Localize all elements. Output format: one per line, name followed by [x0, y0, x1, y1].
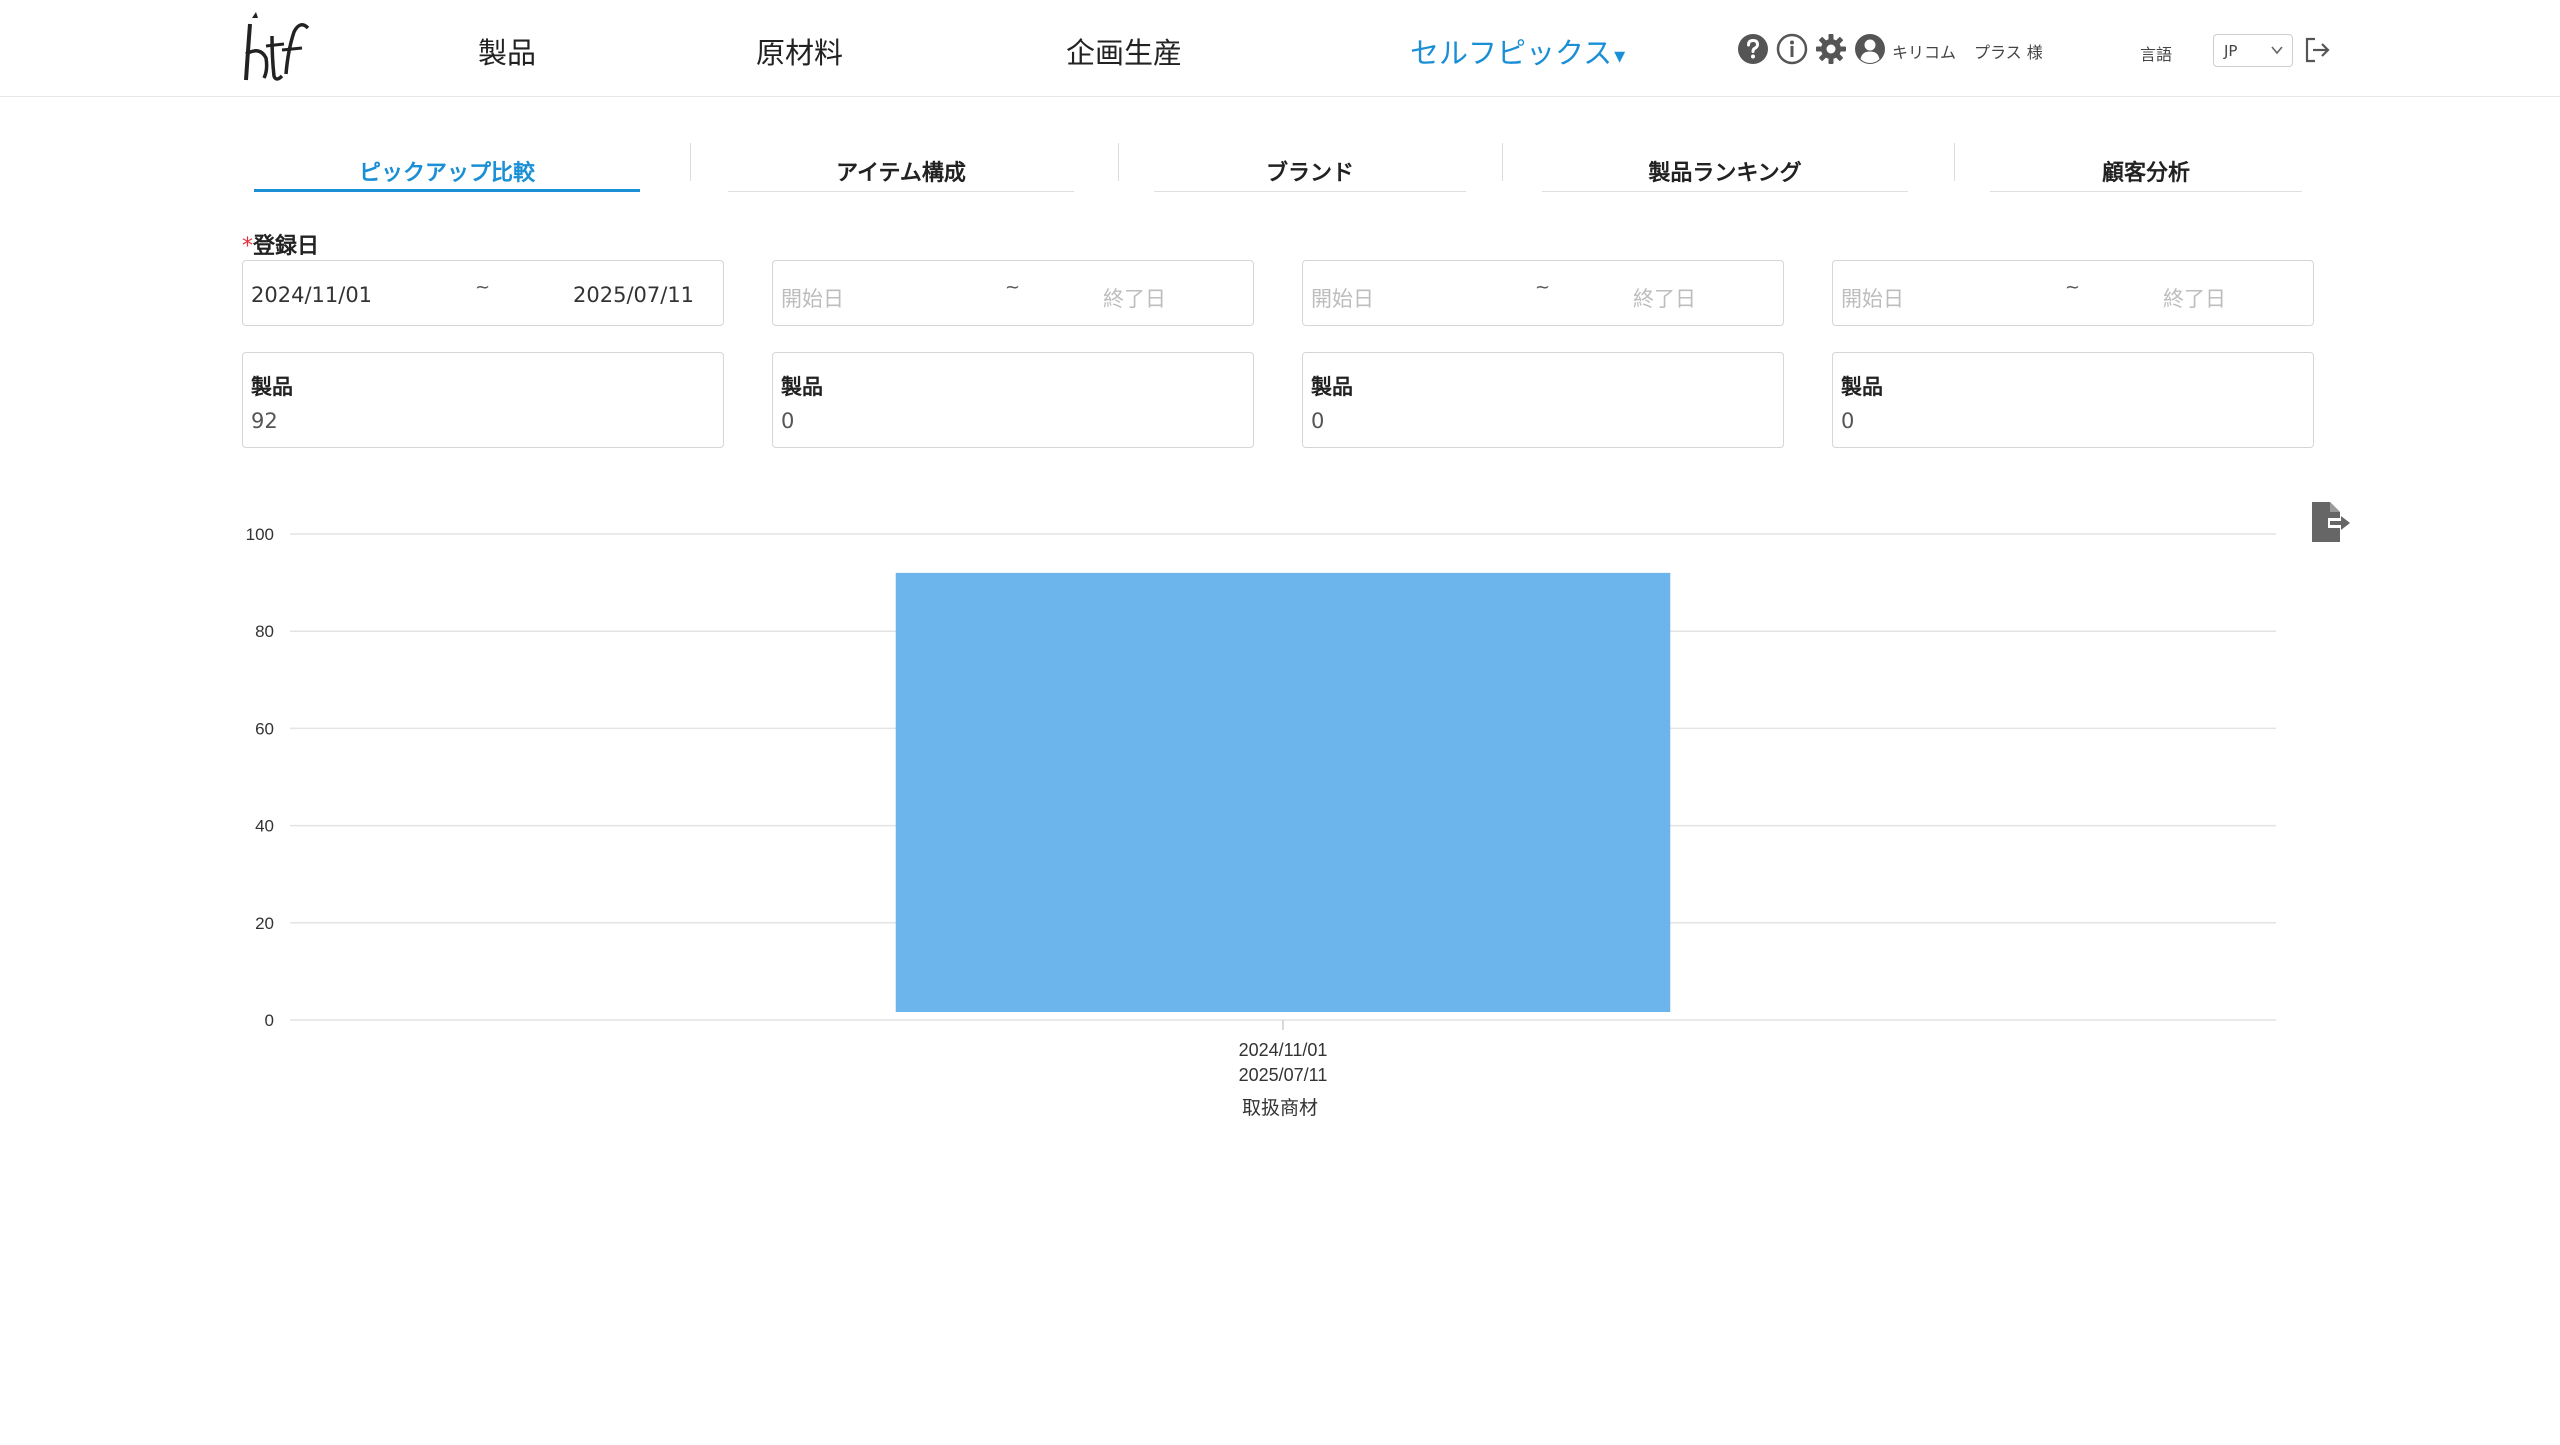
- nav-products[interactable]: 製品: [478, 30, 536, 72]
- end-date-field[interactable]: 終了日: [1103, 283, 1166, 313]
- language-label: 言語: [2140, 45, 2173, 64]
- date-range-4[interactable]: 開始日 ~ 終了日: [1832, 260, 2314, 326]
- date-range-2[interactable]: 開始日 ~ 終了日: [772, 260, 1254, 326]
- start-date-field[interactable]: 開始日: [1841, 283, 1904, 313]
- user-honorific: プラス 様: [1974, 43, 2043, 62]
- start-date-field[interactable]: 2024/11/01: [251, 283, 372, 307]
- date-separator: ~: [2065, 277, 2081, 298]
- product-count-label: 製品: [781, 375, 823, 399]
- tab-product-ranking[interactable]: 製品ランキング: [1542, 150, 1908, 192]
- chevron-down-icon: [2271, 46, 2283, 55]
- brand-logo[interactable]: [236, 10, 312, 86]
- help-icon[interactable]: [1737, 33, 1769, 65]
- user-icon[interactable]: [1854, 33, 1886, 65]
- bar: [895, 572, 1671, 1012]
- bar-chart: 0 20 40 60 80 100 2024/11/01 2025/07/11 取扱商材: [246, 525, 2276, 1119]
- date-separator: ~: [1535, 277, 1551, 298]
- date-range-1[interactable]: 2024/11/01 ~ 2025/07/11: [242, 260, 724, 326]
- x-tick-label: 2025/07/11: [1239, 1065, 1328, 1085]
- header-bar: 製品 原材料 企画生産 セルフピックス▾ キリコム プラス 様 言語 JP: [0, 0, 2560, 97]
- product-count-label: 製品: [1841, 375, 1883, 399]
- chevron-down-icon: ▾: [1614, 44, 1626, 69]
- product-count-label: 製品: [1311, 375, 1353, 399]
- date-separator: ~: [1005, 277, 1021, 298]
- product-count-card-1: 製品 92: [242, 352, 724, 448]
- x-tick-label: 2024/11/01: [1239, 1040, 1328, 1060]
- product-count-label: 製品: [251, 375, 293, 399]
- end-date-field[interactable]: 終了日: [2163, 283, 2226, 313]
- required-mark: *: [242, 234, 253, 259]
- language-value: JP: [2224, 42, 2238, 60]
- tab-divider: [690, 143, 691, 181]
- y-tick-label: 100: [246, 525, 274, 544]
- tab-customer-analysis[interactable]: 顧客分析: [1990, 150, 2302, 192]
- y-tick-label: 0: [265, 1011, 274, 1030]
- registration-date-label: *登録日: [242, 228, 319, 260]
- date-range-3[interactable]: 開始日 ~ 終了日: [1302, 260, 1784, 326]
- y-tick-label: 80: [255, 622, 274, 641]
- user-name: キリコム: [1892, 43, 1957, 62]
- nav-materials[interactable]: 原材料: [756, 30, 843, 72]
- settings-icon[interactable]: [1815, 33, 1847, 65]
- tab-pickup-compare[interactable]: ピックアップ比較: [254, 150, 640, 192]
- logout-icon[interactable]: [2302, 35, 2332, 65]
- x-axis-label: 取扱商材: [1242, 1097, 1318, 1119]
- language-select[interactable]: JP: [2213, 34, 2293, 67]
- product-count-card-2: 製品 0: [772, 352, 1254, 448]
- y-tick-label: 60: [255, 719, 274, 738]
- nav-self-picks-label: セルフピックス: [1410, 36, 1613, 70]
- y-tick-label: 20: [255, 914, 274, 933]
- start-date-field[interactable]: 開始日: [781, 283, 844, 313]
- end-date-field[interactable]: 終了日: [1633, 283, 1696, 313]
- tab-divider: [1954, 143, 1955, 181]
- tab-item-composition[interactable]: アイテム構成: [728, 150, 1074, 192]
- start-date-field[interactable]: 開始日: [1311, 283, 1374, 313]
- product-count-value: 0: [1841, 409, 1855, 433]
- y-tick-label: 40: [255, 817, 274, 836]
- product-count-card-4: 製品 0: [1832, 352, 2314, 448]
- export-file-icon[interactable]: [2310, 500, 2352, 544]
- nav-self-picks[interactable]: セルフピックス▾: [1410, 30, 1625, 72]
- nav-planning-production[interactable]: 企画生産: [1066, 30, 1182, 72]
- tab-brand[interactable]: ブランド: [1154, 150, 1466, 192]
- tab-divider: [1502, 143, 1503, 181]
- product-count-value: 0: [781, 409, 795, 433]
- product-count-value: 92: [251, 409, 278, 433]
- tab-divider: [1118, 143, 1119, 181]
- product-count-card-3: 製品 0: [1302, 352, 1784, 448]
- registration-date-text: 登録日: [253, 234, 320, 259]
- info-icon[interactable]: [1776, 33, 1808, 65]
- end-date-field[interactable]: 2025/07/11: [573, 283, 694, 307]
- product-count-value: 0: [1311, 409, 1325, 433]
- date-separator: ~: [475, 277, 491, 298]
